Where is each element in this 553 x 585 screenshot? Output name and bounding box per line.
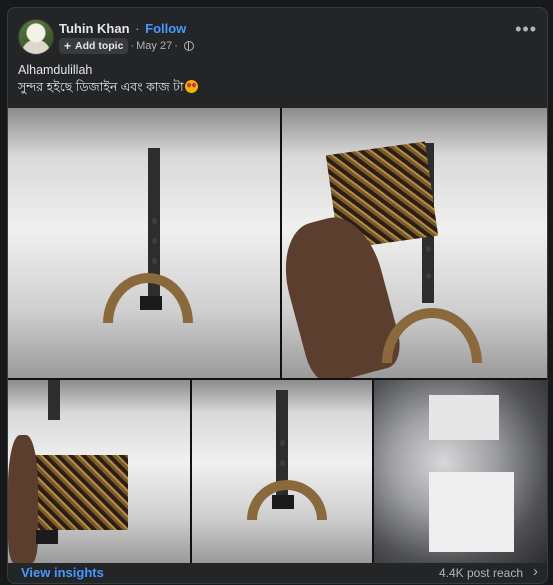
shirt-label: [272, 495, 294, 509]
photo-5[interactable]: [374, 380, 547, 563]
follow-button[interactable]: Follow: [145, 21, 186, 36]
post-text: Alhamdulillah সুন্দর হইছে ডিজাইন এবং কাজ…: [18, 62, 198, 96]
globe-icon: [183, 41, 194, 51]
hanger: [382, 308, 482, 363]
shirt-label: [36, 530, 58, 544]
post-reach: 4.4K post reach: [438, 566, 523, 580]
printed-cuff: [28, 455, 128, 530]
post-text-line-1: Alhamdulillah: [18, 63, 93, 77]
hand: [8, 435, 38, 563]
shirt-button: [426, 273, 431, 279]
post-text-bengali: সুন্দর হইছে ডিজাইন এবং কাজ টা: [18, 80, 184, 94]
shirt-button: [152, 258, 157, 264]
author-row: Tuhin Khan · Follow: [59, 21, 186, 36]
add-topic-label: Add topic: [75, 40, 124, 52]
chevron-right-icon[interactable]: ›: [533, 563, 538, 580]
photo-4[interactable]: [192, 380, 372, 563]
photo-grid: [8, 108, 547, 563]
shipping-label: [429, 395, 499, 440]
view-insights-link[interactable]: View insights: [21, 565, 104, 580]
plus-icon: +: [64, 39, 72, 53]
meta-separator: ·: [130, 40, 135, 52]
photo-1[interactable]: [8, 108, 280, 378]
shirt-button: [426, 246, 431, 252]
avatar[interactable]: [18, 19, 54, 55]
shirt-button: [152, 238, 157, 244]
shirt-placket: [48, 380, 60, 420]
post-meta: + Add topic · May 27 ·: [59, 38, 194, 54]
post-card: Tuhin Khan · Follow + Add topic · May 27…: [7, 7, 548, 584]
separator-dot: ·: [135, 21, 140, 36]
more-options-icon[interactable]: •••: [515, 20, 537, 38]
post-date[interactable]: May 27: [136, 40, 172, 52]
shirt-label: [140, 296, 162, 310]
meta-separator-2: ·: [174, 40, 178, 52]
photo-2[interactable]: [282, 108, 547, 378]
shirt-button: [280, 440, 285, 446]
photo-3[interactable]: [8, 380, 190, 563]
post-footer: View insights 4.4K post reach ›: [8, 563, 547, 583]
post-text-line-2: সুন্দর হইছে ডিজাইন এবং কাজ টা: [18, 79, 198, 96]
add-topic-button[interactable]: + Add topic: [59, 38, 129, 54]
shirt-button: [152, 218, 157, 224]
shirt-button: [280, 460, 285, 466]
post-header: Tuhin Khan · Follow + Add topic · May 27…: [8, 8, 547, 60]
author-name[interactable]: Tuhin Khan: [59, 21, 130, 36]
receipt-paper: [429, 472, 514, 552]
heart-eyes-emoji-icon: [184, 80, 198, 93]
